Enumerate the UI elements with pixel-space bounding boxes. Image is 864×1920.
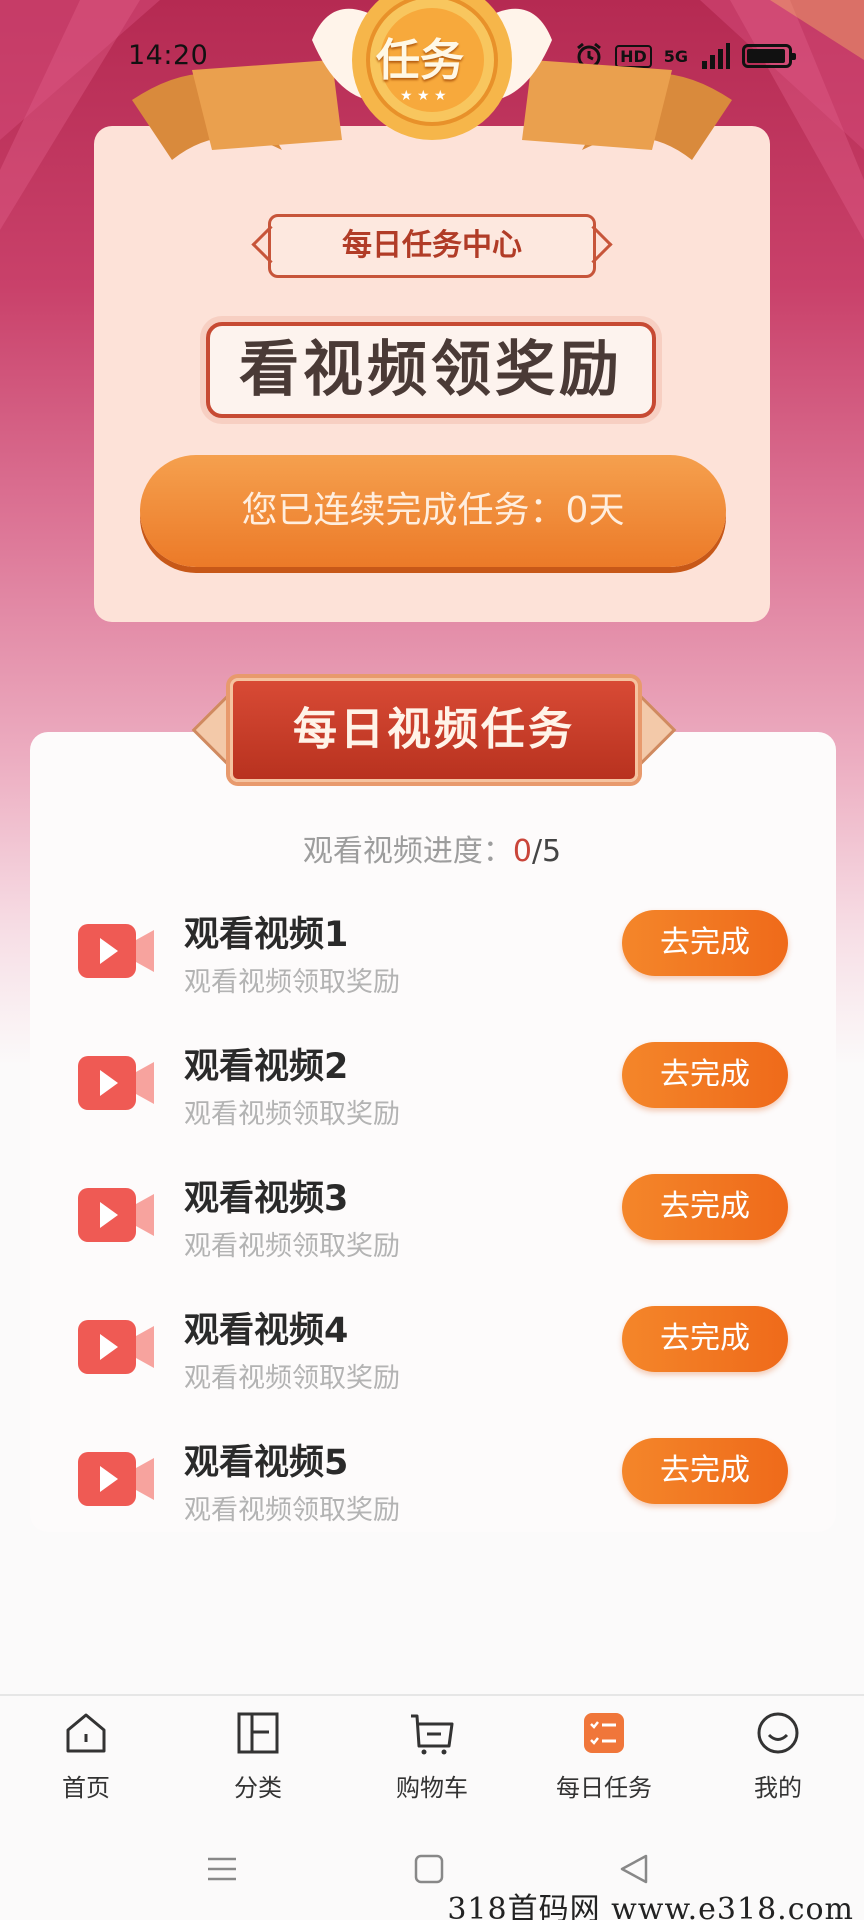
section-title: 每日视频任务 bbox=[293, 704, 575, 755]
nav-daily-task[interactable]: 每日任务 bbox=[544, 1710, 664, 1803]
nav-profile-label: 我的 bbox=[754, 1774, 802, 1802]
badge-title: 任务 bbox=[376, 35, 464, 86]
watermark: 318首码网 www.e318.com bbox=[447, 1892, 854, 1920]
task-subtitle: 观看视频领取奖励 bbox=[184, 1363, 400, 1394]
nav-category[interactable]: 分类 bbox=[198, 1710, 318, 1803]
nav-home-label: 首页 bbox=[62, 1774, 110, 1802]
video-progress: 观看视频进度：0/5 bbox=[0, 826, 864, 870]
section-ribbon: 每日视频任务 bbox=[191, 670, 677, 790]
task-subtitle: 观看视频领取奖励 bbox=[184, 967, 400, 998]
progress-label: 观看视频进度： bbox=[302, 834, 513, 869]
go-complete-button[interactable]: 去完成 bbox=[622, 1174, 788, 1240]
battery-icon bbox=[742, 44, 796, 68]
cart-icon bbox=[411, 1714, 454, 1755]
task-list-icon bbox=[584, 1713, 624, 1753]
page-title: 看视频领奖励 bbox=[206, 322, 656, 418]
go-complete-button[interactable]: 去完成 bbox=[622, 1042, 788, 1108]
go-complete-button[interactable]: 去完成 bbox=[622, 910, 788, 976]
streak-banner: 您已连续完成任务：0天 bbox=[140, 455, 726, 567]
task-subtitle: 观看视频领取奖励 bbox=[184, 1495, 400, 1526]
home-square-icon[interactable] bbox=[414, 1853, 444, 1885]
task-row: 观看视频1 观看视频领取奖励 去完成 bbox=[78, 900, 798, 1000]
task-title: 观看视频5 bbox=[184, 1443, 349, 1483]
nav-cart[interactable]: 购物车 bbox=[372, 1710, 492, 1803]
video-play-icon bbox=[78, 924, 154, 978]
video-play-icon bbox=[78, 1056, 154, 1110]
daily-task-center-label: 每日任务中心 bbox=[268, 214, 596, 278]
task-subtitle: 观看视频领取奖励 bbox=[184, 1231, 400, 1262]
go-complete-button[interactable]: 去完成 bbox=[622, 1306, 788, 1372]
task-title: 观看视频4 bbox=[184, 1311, 349, 1351]
task-title: 观看视频2 bbox=[184, 1047, 349, 1087]
video-play-icon bbox=[78, 1452, 154, 1506]
task-subtitle: 观看视频领取奖励 bbox=[184, 1099, 400, 1130]
profile-icon bbox=[757, 1712, 799, 1754]
nav-profile[interactable]: 我的 bbox=[718, 1710, 838, 1803]
menu-icon[interactable] bbox=[206, 1853, 238, 1885]
progress-separator: / bbox=[531, 834, 543, 869]
video-play-icon bbox=[78, 1188, 154, 1242]
task-row: 观看视频2 观看视频领取奖励 去完成 bbox=[78, 1032, 798, 1132]
nav-daily-task-label: 每日任务 bbox=[556, 1774, 652, 1802]
task-title: 观看视频3 bbox=[184, 1179, 349, 1219]
task-row: 观看视频4 观看视频领取奖励 去完成 bbox=[78, 1296, 798, 1396]
nav-category-label: 分类 bbox=[234, 1774, 282, 1802]
task-title: 观看视频1 bbox=[184, 915, 349, 955]
bottom-nav: 首页 分类 购物车 每日任务 我的 bbox=[0, 1694, 864, 1814]
progress-total: 5 bbox=[542, 834, 562, 869]
category-icon bbox=[237, 1712, 279, 1754]
video-play-icon bbox=[78, 1320, 154, 1374]
nav-cart-label: 购物车 bbox=[396, 1774, 468, 1802]
svg-text:★ ★ ★: ★ ★ ★ bbox=[400, 88, 447, 104]
nav-home[interactable]: 首页 bbox=[26, 1710, 146, 1803]
back-icon[interactable] bbox=[618, 1853, 650, 1885]
go-complete-button[interactable]: 去完成 bbox=[622, 1438, 788, 1504]
home-icon bbox=[66, 1713, 106, 1753]
progress-current: 0 bbox=[512, 834, 532, 869]
task-row: 观看视频5 观看视频领取奖励 去完成 bbox=[78, 1428, 798, 1528]
task-row: 观看视频3 观看视频领取奖励 去完成 bbox=[78, 1164, 798, 1264]
